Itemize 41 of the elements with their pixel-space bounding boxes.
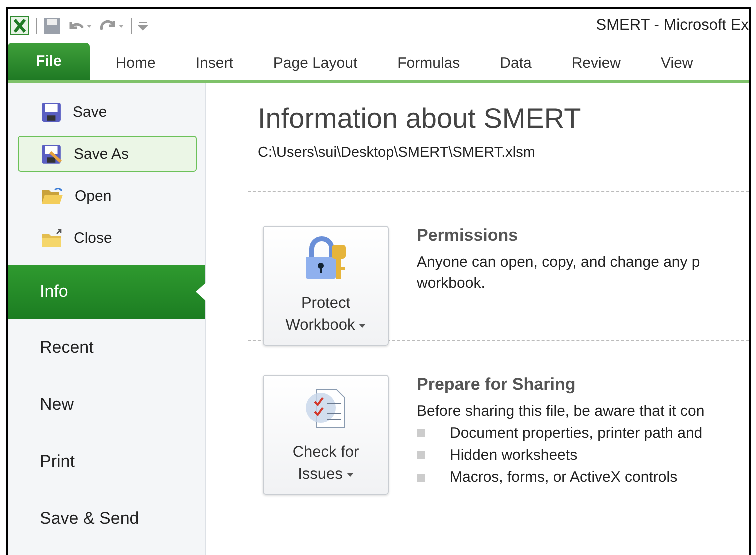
caret-icon [359, 324, 366, 328]
ribbon-tab[interactable]: Home [96, 46, 176, 80]
backstage-tab[interactable]: Save & Send [8, 490, 205, 547]
folder-icon [41, 228, 63, 248]
section-description: workbook. [417, 274, 486, 294]
bullet-text: Document properties, printer path and [450, 424, 703, 444]
section-description: Anyone can open, copy, and change any p [417, 253, 700, 273]
save-icon[interactable] [43, 16, 61, 34]
dropdown-button[interactable]: Check for Issues [263, 375, 389, 495]
excel-logo-icon[interactable] [10, 16, 30, 36]
menu-command[interactable]: Save As [18, 136, 197, 172]
bullet-icon [417, 451, 425, 460]
section-heading: Permissions [417, 226, 520, 246]
ribbon-tab[interactable]: Data [480, 46, 552, 80]
menu-command[interactable]: Open [18, 178, 197, 214]
bullet-text: Macros, forms, or ActiveX controls [450, 468, 678, 488]
menu-command[interactable]: Close [18, 220, 197, 256]
open-folder-icon [41, 186, 64, 206]
backstage-tab[interactable]: Recent [8, 319, 205, 376]
save-as-icon [41, 144, 63, 164]
window-title: SMERT - Microsoft Ex [596, 16, 749, 34]
section-heading: Prepare for Sharing [417, 375, 577, 395]
bullet-text: Hidden worksheets [450, 446, 578, 466]
ribbon-tab[interactable]: Page Layout [253, 46, 378, 80]
ribbon-tab[interactable]: Formulas [378, 46, 480, 80]
backstage-tab[interactable]: New [8, 376, 205, 433]
page-title: Information about SMERT [258, 103, 582, 135]
bullet-icon [417, 474, 425, 482]
dropdown-button[interactable]: Protect Workbook [263, 226, 389, 346]
ribbon-tab[interactable]: File [8, 43, 90, 80]
backstage-tab[interactable]: Print [8, 433, 205, 490]
menu-command[interactable]: Save [18, 94, 197, 130]
file-path: C:\Users\sui\Desktop\SMERT\SMERT.xlsm [258, 145, 536, 161]
ribbon-tab[interactable]: Insert [176, 46, 254, 80]
ribbon-tab[interactable]: Review [552, 46, 642, 80]
bullet-icon [417, 429, 425, 438]
save-icon [41, 102, 62, 122]
caret-icon [346, 472, 354, 477]
backstage-tab[interactable]: Info [8, 265, 205, 319]
section-description: Before sharing this file, be aware that it con [417, 402, 705, 422]
ribbon-tab[interactable]: View [641, 46, 714, 80]
